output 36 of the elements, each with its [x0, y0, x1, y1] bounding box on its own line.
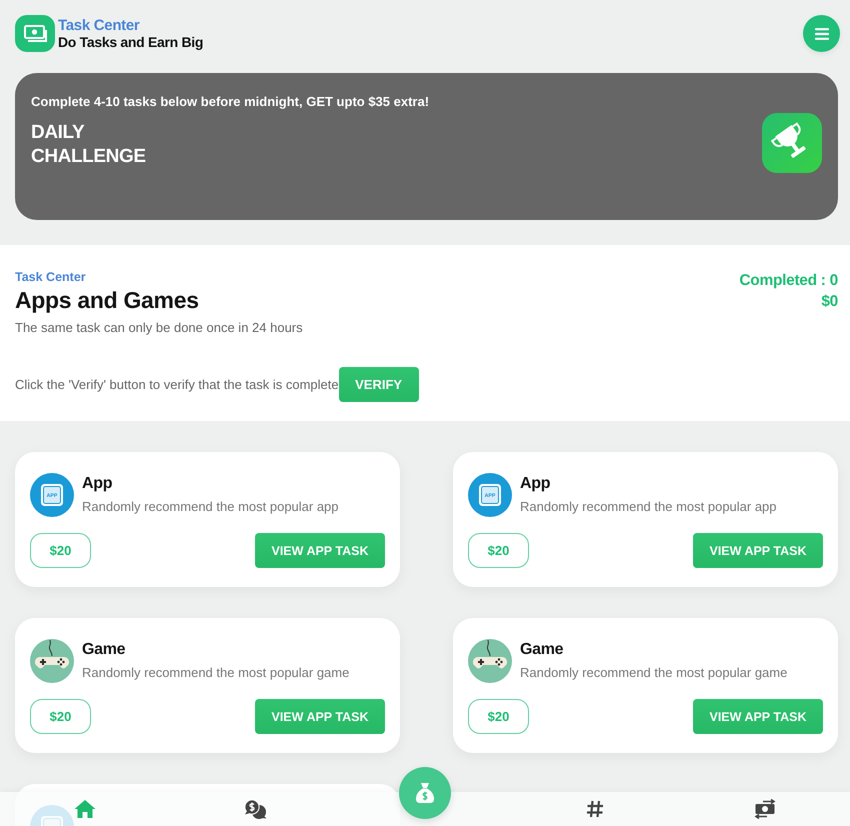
reward-tag: $20: [30, 533, 91, 568]
banner-note: Complete 4-10 tasks below before midnight, GET upto $35 extra!: [31, 94, 430, 109]
money-bag-icon: [415, 782, 435, 804]
completed-count: Completed : 0: [739, 271, 838, 291]
view-task-button[interactable]: VIEW APP TASK: [693, 699, 823, 734]
task-title: Game: [82, 641, 126, 659]
task-description: Randomly recommend the most popular game: [520, 665, 788, 680]
gamepad-icon: [468, 639, 512, 683]
money-exchange-icon[interactable]: [754, 799, 776, 819]
reward-tag: $20: [468, 533, 529, 568]
task-title: App: [520, 475, 552, 493]
header-title: Task Center: [58, 17, 140, 34]
hash-icon[interactable]: [586, 800, 604, 818]
trophy-icon: [762, 112, 822, 172]
reward-tag: $20: [468, 699, 529, 734]
menu-icon: [814, 28, 828, 40]
header-subtitle: Do Tasks and Earn Big: [58, 34, 204, 50]
chat-icon[interactable]: [243, 799, 267, 819]
task-description: Randomly recommend the most popular app: [82, 499, 339, 514]
verify-hint: Click the 'Verify' button to verify that the task is complete: [15, 377, 339, 392]
task-title: Game: [520, 641, 564, 659]
section-note: The same task can only be done once in 24 hours: [15, 320, 304, 335]
money-icon: [15, 15, 55, 52]
banner-heading: DAILY CHALLENGE: [31, 121, 147, 169]
view-task-button[interactable]: VIEW APP TASK: [693, 533, 823, 568]
gamepad-icon: [30, 639, 74, 683]
verify-button[interactable]: VERIFY: [338, 367, 419, 402]
view-task-button[interactable]: VIEW APP TASK: [255, 533, 385, 568]
earned-amount: $0: [820, 292, 838, 312]
reward-tag: $20: [30, 699, 91, 734]
section-eyebrow: Task Center: [15, 270, 87, 284]
task-title: App: [82, 475, 114, 493]
section-title: Apps and Games: [15, 286, 200, 314]
task-description: Randomly recommend the most popular app: [520, 499, 777, 514]
view-task-button[interactable]: VIEW APP TASK: [255, 699, 385, 734]
task-description: Randomly recommend the most popular game: [82, 665, 350, 680]
